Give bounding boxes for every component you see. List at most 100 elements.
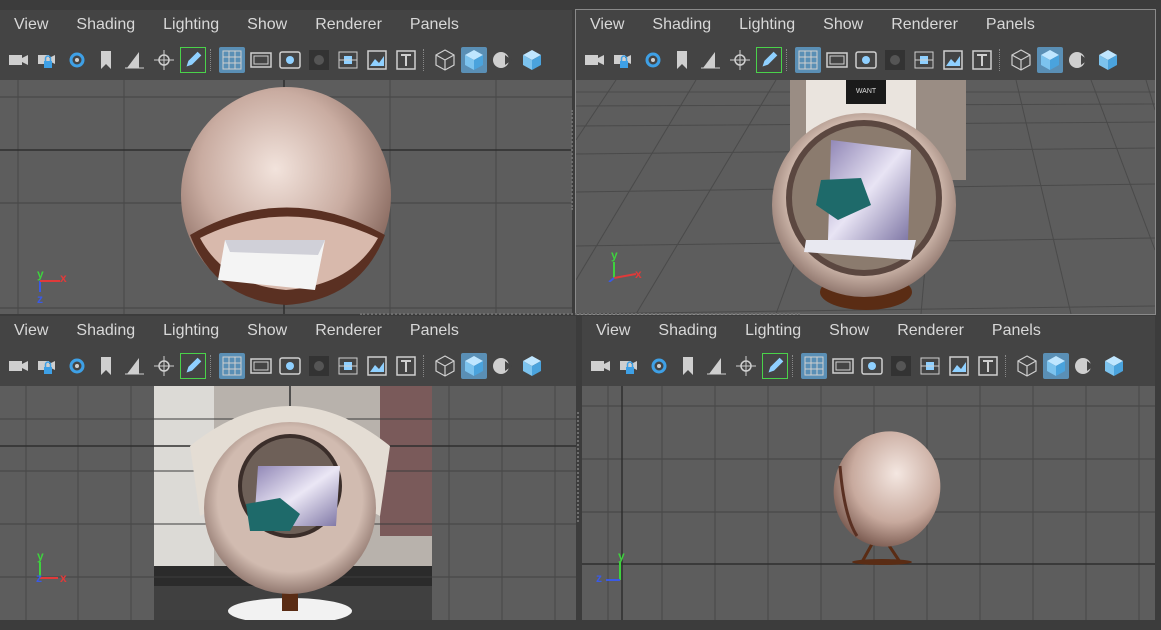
pivot-icon[interactable] — [151, 353, 177, 379]
viewport-top[interactable]: y x z — [0, 80, 572, 314]
pane-resizer-vertical[interactable] — [577, 412, 581, 522]
camera-lock-icon[interactable] — [611, 47, 637, 73]
wireframe-icon[interactable] — [432, 353, 458, 379]
image-plane-icon[interactable] — [122, 47, 148, 73]
menu-shading[interactable]: Shading — [62, 16, 149, 34]
camera-icon[interactable] — [588, 353, 614, 379]
image-plane-icon[interactable] — [122, 353, 148, 379]
pencil-icon[interactable] — [762, 353, 788, 379]
bookmark-icon[interactable] — [93, 353, 119, 379]
field-chart-icon[interactable] — [335, 47, 361, 73]
bookmark-icon[interactable] — [93, 47, 119, 73]
grid-icon[interactable] — [219, 47, 245, 73]
menu-show[interactable]: Show — [815, 322, 883, 340]
use-lights-icon[interactable] — [490, 47, 516, 73]
menu-shading[interactable]: Shading — [644, 322, 731, 340]
xray-icon[interactable] — [1095, 47, 1121, 73]
smooth-shade-icon[interactable] — [1037, 47, 1063, 73]
film-gate-icon[interactable] — [824, 47, 850, 73]
grid-icon[interactable] — [219, 353, 245, 379]
pivot-icon[interactable] — [733, 353, 759, 379]
viewport-persp-panel[interactable]: View Shading Lighting Show Renderer Pane… — [575, 9, 1156, 315]
gate-mask-icon[interactable] — [306, 353, 332, 379]
camera-attributes-icon[interactable] — [646, 353, 672, 379]
menu-show[interactable]: Show — [233, 16, 301, 34]
use-lights-icon[interactable] — [490, 353, 516, 379]
film-gate-icon[interactable] — [830, 353, 856, 379]
pencil-icon[interactable] — [180, 47, 206, 73]
safe-title-icon[interactable] — [393, 47, 419, 73]
safe-area-icon[interactable] — [940, 47, 966, 73]
pane-resizer-vertical[interactable] — [571, 110, 575, 210]
safe-area-icon[interactable] — [364, 353, 390, 379]
menu-view[interactable]: View — [0, 16, 62, 34]
wireframe-icon[interactable] — [1008, 47, 1034, 73]
wireframe-icon[interactable] — [1014, 353, 1040, 379]
menu-renderer[interactable]: Renderer — [301, 322, 396, 340]
camera-icon[interactable] — [6, 47, 32, 73]
smooth-shade-icon[interactable] — [461, 47, 487, 73]
camera-lock-icon[interactable] — [35, 47, 61, 73]
safe-title-icon[interactable] — [393, 353, 419, 379]
smooth-shade-icon[interactable] — [1043, 353, 1069, 379]
camera-lock-icon[interactable] — [35, 353, 61, 379]
menu-renderer[interactable]: Renderer — [883, 322, 978, 340]
gate-mask-icon[interactable] — [306, 47, 332, 73]
film-gate-icon[interactable] — [248, 47, 274, 73]
field-chart-icon[interactable] — [335, 353, 361, 379]
menu-view[interactable]: View — [0, 322, 62, 340]
menu-lighting[interactable]: Lighting — [149, 16, 233, 34]
resolution-gate-icon[interactable] — [277, 353, 303, 379]
field-chart-icon[interactable] — [911, 47, 937, 73]
grid-icon[interactable] — [801, 353, 827, 379]
grid-icon[interactable] — [795, 47, 821, 73]
xray-icon[interactable] — [519, 47, 545, 73]
pivot-icon[interactable] — [727, 47, 753, 73]
egg-chair-side[interactable] — [821, 419, 953, 565]
resolution-gate-icon[interactable] — [277, 47, 303, 73]
camera-attributes-icon[interactable] — [64, 353, 90, 379]
menu-view[interactable]: View — [576, 16, 638, 34]
field-chart-icon[interactable] — [917, 353, 943, 379]
menu-view[interactable]: View — [582, 322, 644, 340]
smooth-shade-icon[interactable] — [461, 353, 487, 379]
gate-mask-icon[interactable] — [888, 353, 914, 379]
menu-lighting[interactable]: Lighting — [731, 322, 815, 340]
menu-panels[interactable]: Panels — [396, 322, 473, 340]
bookmark-icon[interactable] — [669, 47, 695, 73]
image-plane-icon[interactable] — [704, 353, 730, 379]
film-gate-icon[interactable] — [248, 353, 274, 379]
egg-chair-top[interactable] — [181, 87, 391, 305]
resolution-gate-icon[interactable] — [853, 47, 879, 73]
menu-renderer[interactable]: Renderer — [301, 16, 396, 34]
menu-shading[interactable]: Shading — [638, 16, 725, 34]
pencil-icon[interactable] — [180, 353, 206, 379]
use-lights-icon[interactable] — [1066, 47, 1092, 73]
viewport-front-panel[interactable]: View Shading Lighting Show Renderer Pane… — [0, 316, 576, 620]
resolution-gate-icon[interactable] — [859, 353, 885, 379]
viewport-side-panel[interactable]: View Shading Lighting Show Renderer Pane… — [582, 316, 1155, 620]
menu-renderer[interactable]: Renderer — [877, 16, 972, 34]
menu-panels[interactable]: Panels — [972, 16, 1049, 34]
pivot-icon[interactable] — [151, 47, 177, 73]
xray-icon[interactable] — [1101, 353, 1127, 379]
egg-chair-persp[interactable] — [772, 113, 956, 310]
image-plane-icon[interactable] — [698, 47, 724, 73]
viewport-front[interactable]: y z x — [0, 386, 576, 620]
viewport-side[interactable]: y z — [582, 386, 1155, 620]
pane-resizer-horizontal[interactable] — [360, 313, 800, 317]
safe-title-icon[interactable] — [975, 353, 1001, 379]
camera-attributes-icon[interactable] — [640, 47, 666, 73]
gate-mask-icon[interactable] — [882, 47, 908, 73]
use-lights-icon[interactable] — [1072, 353, 1098, 379]
camera-lock-icon[interactable] — [617, 353, 643, 379]
camera-attributes-icon[interactable] — [64, 47, 90, 73]
menu-panels[interactable]: Panels — [978, 322, 1055, 340]
pencil-icon[interactable] — [756, 47, 782, 73]
menu-show[interactable]: Show — [809, 16, 877, 34]
menu-shading[interactable]: Shading — [62, 322, 149, 340]
safe-area-icon[interactable] — [364, 47, 390, 73]
menu-lighting[interactable]: Lighting — [725, 16, 809, 34]
camera-icon[interactable] — [6, 353, 32, 379]
safe-area-icon[interactable] — [946, 353, 972, 379]
